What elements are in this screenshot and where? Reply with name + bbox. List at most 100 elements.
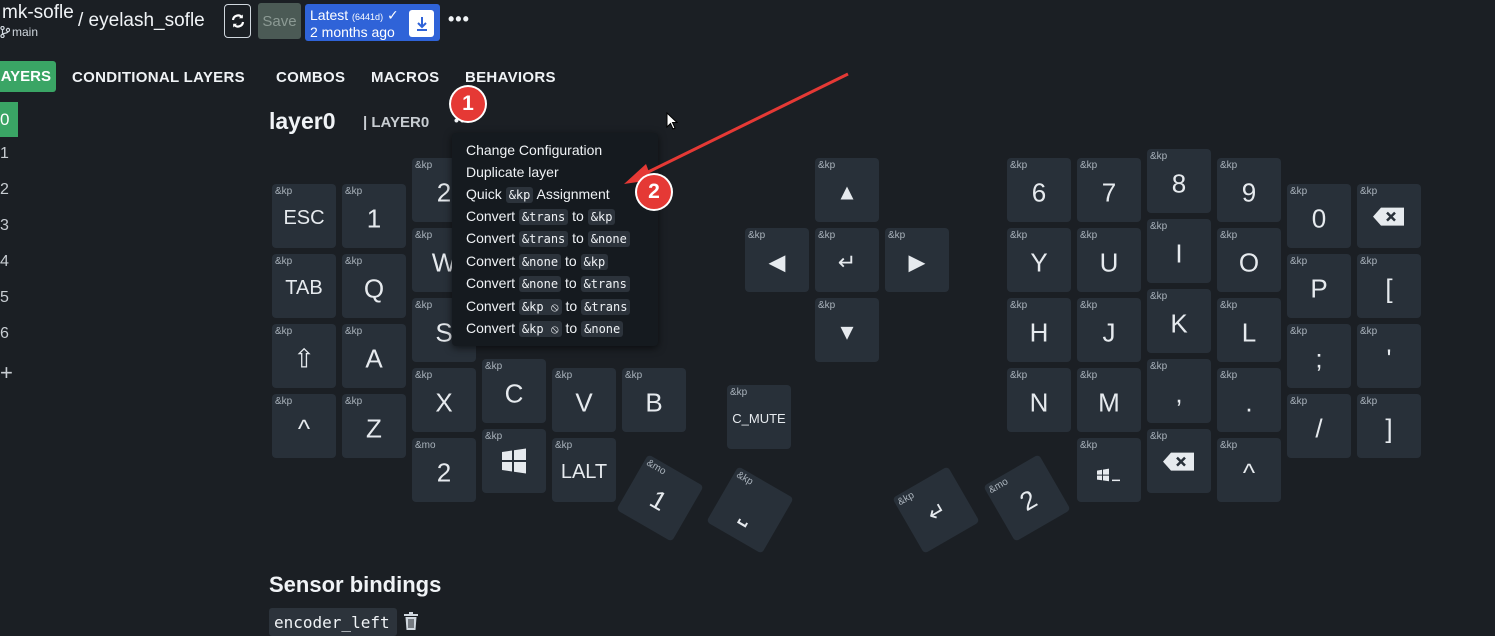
key-v[interactable]: &kp V	[552, 368, 616, 432]
tab-layers[interactable]: AYERS	[0, 61, 56, 92]
key-o[interactable]: &kp O	[1217, 228, 1281, 292]
sidebar-layer-1[interactable]: 1	[0, 145, 9, 163]
key-comma[interactable]: &kp,	[1147, 359, 1211, 423]
key-behavior-tag: &kp	[1220, 440, 1238, 451]
key-behavior-tag: &kp	[818, 230, 836, 241]
key-c[interactable]: &kp C	[482, 359, 546, 423]
key-behavior-tag: &kp	[1150, 151, 1168, 162]
save-button[interactable]: Save	[258, 3, 301, 39]
menu-item-convert-trans-kp[interactable]: Convert &trans to &kp	[466, 208, 616, 225]
tab-behaviors[interactable]: BEHAVIORS	[465, 69, 556, 86]
key-down-arrow[interactable]: &kp ▼	[815, 298, 879, 362]
key-right-bracket[interactable]: &kp]	[1357, 394, 1421, 458]
sidebar-layer-6[interactable]: 6	[0, 325, 9, 343]
key-8[interactable]: &kp 8	[1147, 149, 1211, 213]
tab-conditional-layers[interactable]: CONDITIONAL LAYERS	[72, 69, 245, 86]
key-quote[interactable]: &kp '	[1357, 324, 1421, 388]
key-behavior-tag: &kp	[748, 230, 766, 241]
encoder-left-label[interactable]: encoder_left	[269, 608, 397, 636]
key-x[interactable]: &kp X	[412, 368, 476, 432]
menu-item-convert-kp-none[interactable]: Convert &kp ⦸ to &none	[466, 320, 624, 337]
key-7[interactable]: &kp 7	[1077, 158, 1141, 222]
key-left-bracket[interactable]: &kp [	[1357, 254, 1421, 318]
add-layer-button[interactable]: +	[0, 360, 13, 386]
key-shift[interactable]: &kp ⇧	[272, 324, 336, 388]
key-0[interactable]: &kp 0	[1287, 184, 1351, 248]
annotation-badge-2: 2	[637, 175, 671, 209]
key-m[interactable]: &kp M	[1077, 368, 1141, 432]
key-2[interactable]: &mo 2	[983, 454, 1071, 542]
branch-label: main	[0, 25, 38, 39]
menu-item-convert-none-trans[interactable]: Convert &none to &trans	[466, 275, 630, 292]
key-p[interactable]: &kp P	[1287, 254, 1351, 318]
key-label: U	[1099, 247, 1119, 278]
key-y[interactable]: &kp Y	[1007, 228, 1071, 292]
key-left-arrow[interactable]: &kp ◀	[745, 228, 809, 292]
key-enter[interactable]: &kp ↵	[815, 228, 879, 292]
key-k[interactable]: &kp K	[1147, 289, 1211, 353]
sidebar-layer-5[interactable]: 5	[0, 289, 9, 307]
key-c-mute[interactable]: &kp C_MUTE	[727, 385, 791, 449]
key-2[interactable]: &mo 2	[412, 438, 476, 502]
key-u[interactable]: &kp U	[1077, 228, 1141, 292]
key-n[interactable]: &kp N	[1007, 368, 1071, 432]
key-h[interactable]: &kp H	[1007, 298, 1071, 362]
key-i[interactable]: &kp I	[1147, 219, 1211, 283]
key-1[interactable]: &kp 1	[342, 184, 406, 248]
menu-item-quick-assignment[interactable]: Quick &kp Assignment	[466, 186, 610, 203]
refresh-button[interactable]	[224, 4, 251, 38]
key-backspace[interactable]: &kp	[1357, 184, 1421, 248]
key-caret[interactable]: &kp ^	[1217, 438, 1281, 502]
tab-macros[interactable]: MACROS	[371, 69, 439, 86]
key-win-icon[interactable]: &kp	[482, 429, 546, 493]
key-behavior-tag: &kp	[555, 370, 573, 381]
key-label: 7	[1101, 177, 1117, 208]
sidebar-layer-0[interactable]: 0	[0, 102, 18, 137]
more-options-icon[interactable]: •••	[448, 9, 470, 30]
key-behavior-tag: &kp	[415, 230, 433, 241]
key-behavior-tag: &kp	[1360, 326, 1378, 337]
commit-hash: 6441d	[355, 12, 381, 22]
menu-item-duplicate-layer[interactable]: Duplicate layer	[466, 164, 559, 180]
key-behavior-tag: &kp	[485, 361, 503, 372]
menu-item-convert-kp-trans[interactable]: Convert &kp ⦸ to &trans	[466, 298, 631, 315]
menu-item-convert-none-kp[interactable]: Convert &none to &kp	[466, 253, 609, 270]
key-a[interactable]: &kp A	[342, 324, 406, 388]
key-semicolon[interactable]: &kp;	[1287, 324, 1351, 388]
key-6[interactable]: &kp 6	[1007, 158, 1071, 222]
key-1[interactable]: &mo 1	[616, 454, 704, 542]
download-button[interactable]	[409, 10, 434, 37]
key-behavior-tag: &kp	[275, 396, 293, 407]
tab-combos[interactable]: COMBOS	[276, 69, 345, 86]
key-esc[interactable]: &kp ESC	[272, 184, 336, 248]
key-slash[interactable]: &kp /	[1287, 394, 1351, 458]
repo-name[interactable]: mk-sofle	[2, 2, 74, 24]
key-space[interactable]: &kp ⎵	[706, 466, 794, 554]
menu-item-change-configuration[interactable]: Change Configuration	[466, 142, 602, 158]
latest-button[interactable]: Latest (6441d) ✓ 2 months ago	[305, 4, 440, 41]
key-lalt[interactable]: &kp LALT	[552, 438, 616, 502]
key-caret[interactable]: &kp ^	[272, 394, 336, 458]
key-9[interactable]: &kp 9	[1217, 158, 1281, 222]
key-label: K	[1170, 308, 1188, 339]
key-label: ↵	[837, 249, 857, 275]
key-behavior-tag: &kp	[1010, 230, 1028, 241]
trash-icon[interactable]	[403, 612, 419, 630]
key-z[interactable]: &kp Z	[342, 394, 406, 458]
key-j[interactable]: &kp J	[1077, 298, 1141, 362]
key-l[interactable]: &kp L	[1217, 298, 1281, 362]
key-b[interactable]: &kp B	[622, 368, 686, 432]
key-behavior-tag: &kp	[888, 230, 906, 241]
menu-item-convert-trans-none[interactable]: Convert &trans to &none	[466, 230, 630, 247]
key-right-arrow[interactable]: &kp ▶	[885, 228, 949, 292]
key-label: TAB	[285, 276, 323, 299]
key-period[interactable]: &kp.	[1217, 368, 1281, 432]
key-tab[interactable]: &kp TAB	[272, 254, 336, 318]
sidebar-layer-3[interactable]: 3	[0, 217, 9, 235]
key-win-icon-small[interactable]: &kp	[1077, 438, 1141, 502]
key-del-icon[interactable]: &kp	[1147, 429, 1211, 493]
sidebar-layer-2[interactable]: 2	[0, 181, 9, 199]
sidebar-layer-4[interactable]: 4	[0, 253, 9, 271]
key-q[interactable]: &kp Q	[342, 254, 406, 318]
key-enter[interactable]: &kp ↵	[892, 466, 980, 554]
